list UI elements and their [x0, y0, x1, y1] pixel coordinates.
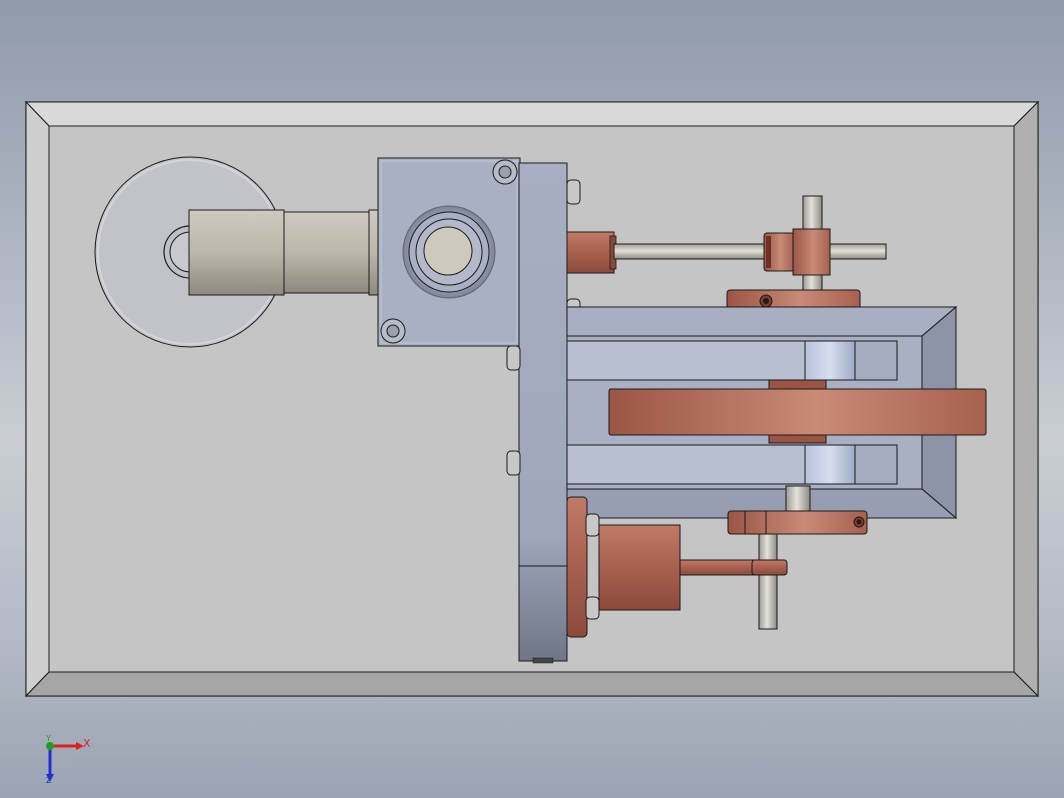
cylinder-slot-lower: [566, 444, 898, 485]
triad-origin: [46, 742, 54, 750]
gearbox-boss: [402, 205, 496, 299]
motor-body[interactable]: [188, 209, 380, 296]
lower-cylinder-flange[interactable]: [566, 496, 588, 638]
lower-crank-pin: [785, 485, 811, 513]
copper-flywheel-rim[interactable]: [608, 379, 987, 444]
triad-y-label: Y: [45, 734, 51, 743]
lower-crank-arm[interactable]: [727, 510, 868, 535]
gearbox-screw-bottom-icon: [380, 318, 406, 344]
upper-piston-rod[interactable]: [613, 243, 887, 260]
upper-crosshead[interactable]: [763, 228, 831, 276]
triad-x-label: X: [83, 737, 91, 750]
coordinate-triad-icon[interactable]: X Y Z: [45, 734, 91, 785]
lower-cylinder-body[interactable]: [598, 524, 681, 611]
lower-connecting-rod[interactable]: [679, 559, 788, 576]
cad-viewport[interactable]: X Y Z: [0, 0, 1064, 798]
upper-cylinder-bushing[interactable]: [566, 231, 617, 274]
frame-column[interactable]: [518, 162, 568, 664]
gearbox-screw-top-icon: [492, 159, 518, 185]
cylinder-slot-upper: [566, 340, 898, 381]
triad-z-label: Z: [46, 776, 52, 785]
lower-pin-vertical: [758, 533, 778, 630]
